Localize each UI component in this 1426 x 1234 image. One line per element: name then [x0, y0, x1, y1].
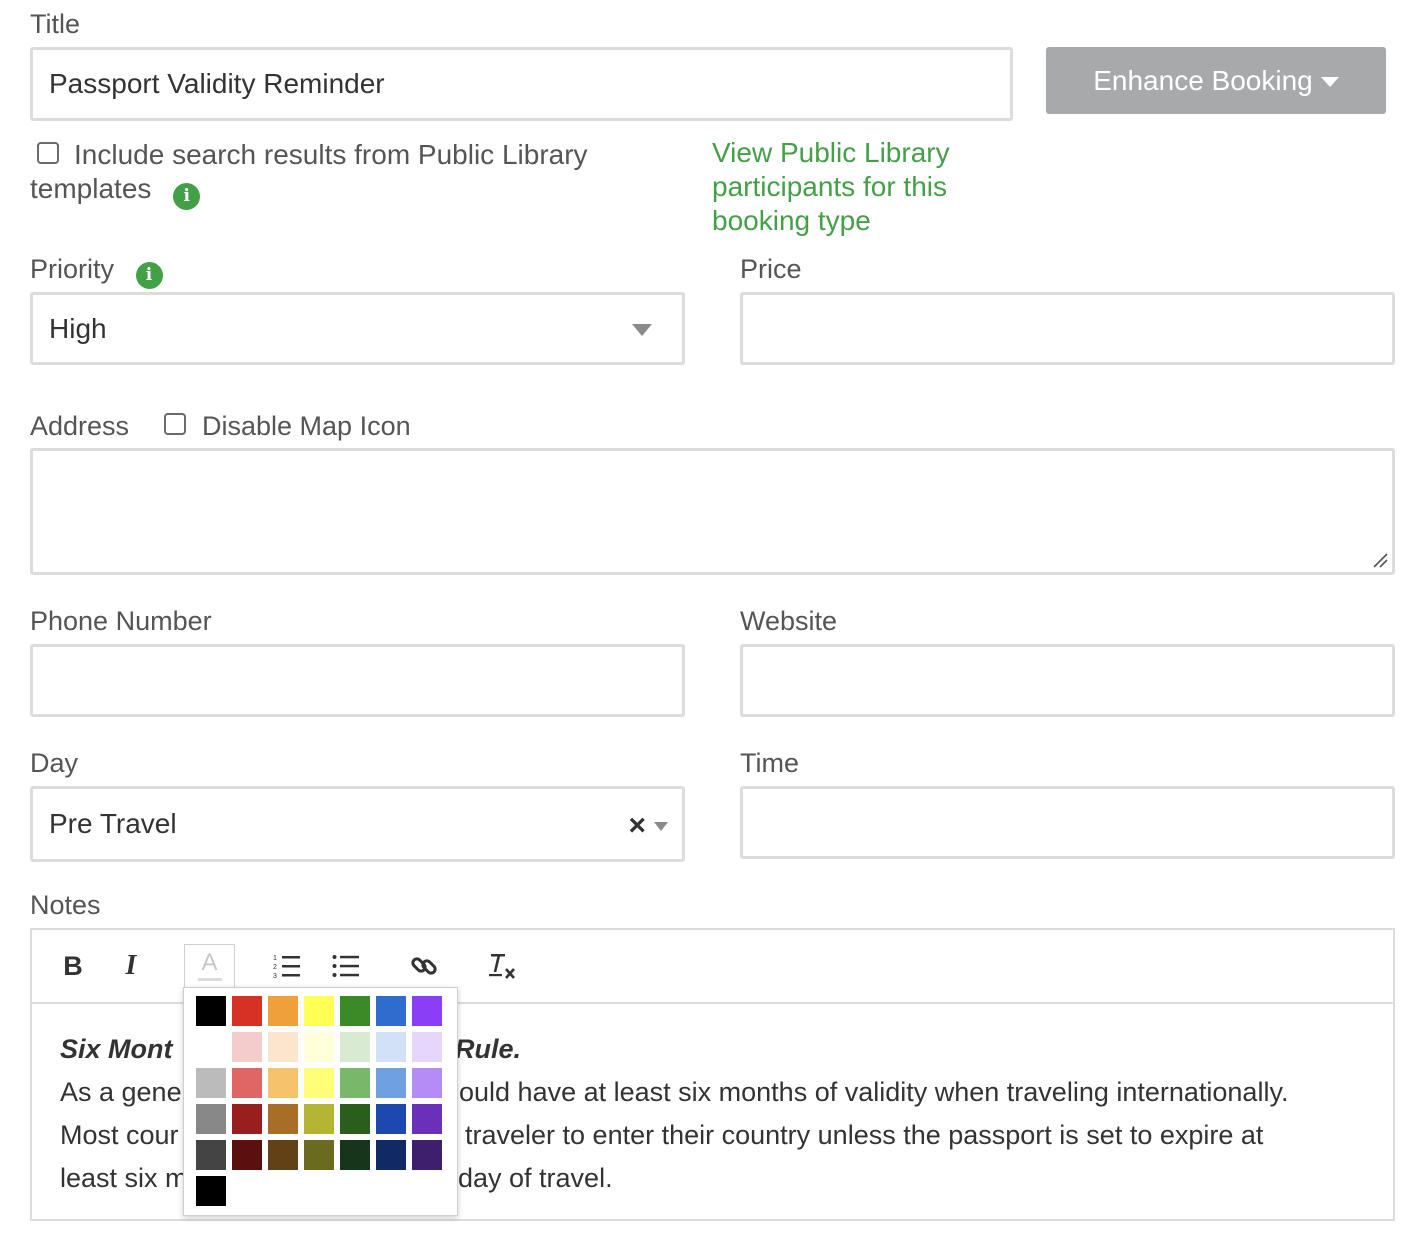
color-swatch[interactable]	[304, 1140, 334, 1170]
caret-down-icon	[1320, 77, 1339, 87]
color-swatch[interactable]	[412, 1104, 442, 1134]
time-input[interactable]	[740, 786, 1395, 859]
color-swatch[interactable]	[340, 1068, 370, 1098]
color-swatch[interactable]	[232, 1068, 262, 1098]
color-swatch[interactable]	[196, 1140, 226, 1170]
color-swatch[interactable]	[412, 996, 442, 1026]
color-swatch[interactable]	[340, 1140, 370, 1170]
website-input[interactable]	[740, 644, 1395, 717]
day-label: Day	[30, 748, 79, 778]
color-swatch[interactable]	[340, 1104, 370, 1134]
disable-map-icon-label: Disable Map Icon	[202, 411, 411, 441]
enhance-booking-label: Enhance Booking	[1093, 64, 1313, 96]
color-swatch[interactable]	[376, 1032, 406, 1062]
website-label: Website	[740, 606, 838, 636]
price-input[interactable]	[740, 292, 1395, 365]
day-select[interactable]: Pre Travel ×	[30, 786, 685, 862]
text-color-icon: A	[201, 949, 218, 976]
color-swatch[interactable]	[268, 1068, 298, 1098]
priority-info-icon[interactable]: i	[135, 261, 163, 289]
color-swatch[interactable]	[232, 1032, 262, 1062]
priority-label: Priority i	[30, 253, 163, 289]
color-swatch[interactable]	[376, 1104, 406, 1134]
color-swatch[interactable]	[268, 1104, 298, 1134]
text-color-button[interactable]: A	[184, 944, 235, 988]
bullet-list-button[interactable]	[331, 946, 361, 986]
color-swatch[interactable]	[340, 1032, 370, 1062]
clear-format-button[interactable]	[487, 946, 519, 986]
color-swatch[interactable]	[304, 1104, 334, 1134]
color-swatch[interactable]	[268, 1140, 298, 1170]
color-swatch[interactable]	[340, 996, 370, 1026]
color-swatch[interactable]	[232, 996, 262, 1026]
notes-label: Notes	[30, 890, 101, 920]
resize-handle-icon[interactable]	[1372, 552, 1388, 568]
color-swatch[interactable]	[412, 1032, 442, 1062]
bold-button[interactable]: B	[58, 946, 88, 986]
disable-map-icon-checkbox[interactable]	[164, 413, 186, 435]
color-swatch[interactable]	[412, 1068, 442, 1098]
ordered-list-button[interactable]: 1 2 3	[272, 946, 302, 986]
public-library-checkbox-label: Include search results from Public Libra…	[30, 138, 650, 210]
color-swatch[interactable]	[196, 1104, 226, 1134]
clear-format-icon	[489, 954, 515, 979]
address-label: Address	[30, 411, 130, 441]
color-swatch[interactable]	[376, 1140, 406, 1170]
color-swatch[interactable]	[268, 996, 298, 1026]
color-swatch[interactable]	[304, 1032, 334, 1062]
title-input[interactable]: Passport Validity Reminder	[30, 47, 1013, 121]
color-swatch[interactable]	[196, 996, 226, 1026]
phone-number-input[interactable]	[30, 644, 685, 717]
chevron-down-icon	[654, 822, 668, 831]
color-swatch[interactable]	[196, 1032, 226, 1062]
color-swatch[interactable]	[232, 1104, 262, 1134]
color-swatch[interactable]	[268, 1032, 298, 1062]
color-swatch[interactable]	[376, 996, 406, 1026]
color-swatch[interactable]	[412, 1140, 442, 1170]
svg-text:2: 2	[273, 964, 277, 971]
chevron-down-icon	[632, 324, 652, 336]
color-swatch[interactable]	[304, 1068, 334, 1098]
link-button[interactable]	[409, 946, 439, 986]
color-swatch[interactable]	[376, 1068, 406, 1098]
info-icon[interactable]: i	[173, 182, 201, 210]
link-icon	[411, 957, 437, 975]
priority-select-value: High	[49, 312, 107, 344]
address-textarea[interactable]	[30, 448, 1395, 575]
title-input-value: Passport Validity Reminder	[49, 68, 385, 99]
color-swatch[interactable]	[196, 1176, 226, 1206]
svg-text:3: 3	[273, 973, 277, 979]
day-select-value: Pre Travel	[49, 808, 177, 839]
title-label: Title	[30, 9, 81, 39]
ordered-list-icon: 1 2 3	[273, 955, 300, 979]
bullet-list-icon	[332, 955, 359, 977]
priority-select[interactable]: High	[30, 292, 685, 365]
price-label: Price	[740, 254, 802, 284]
view-public-library-link[interactable]: View Public Library participants for thi…	[712, 136, 1002, 238]
color-swatch[interactable]	[196, 1068, 226, 1098]
time-label: Time	[740, 748, 799, 778]
text-color-underline	[197, 978, 222, 981]
italic-button[interactable]: I	[116, 946, 146, 986]
enhance-booking-button[interactable]: Enhance Booking	[1046, 47, 1386, 114]
phone-number-label: Phone Number	[30, 606, 212, 636]
clear-icon[interactable]: ×	[628, 811, 646, 841]
svg-text:1: 1	[273, 955, 277, 962]
text-color-palette	[183, 987, 458, 1216]
color-swatch[interactable]	[232, 1140, 262, 1170]
color-swatch[interactable]	[304, 996, 334, 1026]
